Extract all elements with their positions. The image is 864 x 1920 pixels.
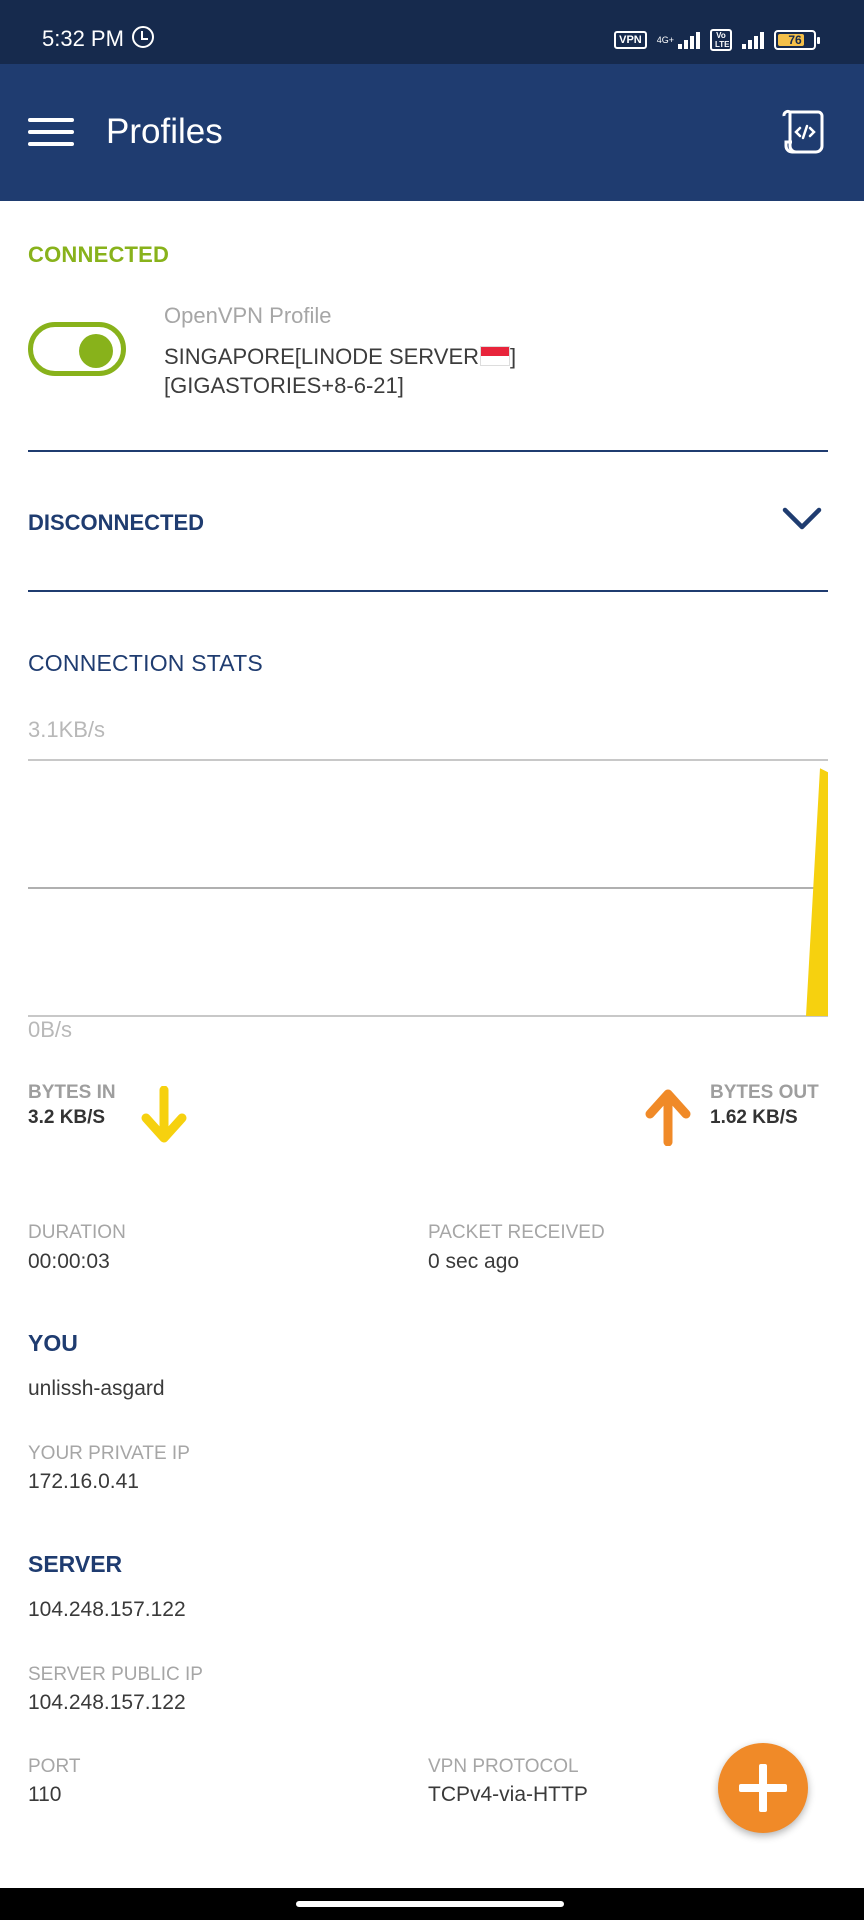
divider [28, 590, 828, 592]
alarm-icon [132, 26, 154, 48]
bytes-out-value: 1.62 KB/S [710, 1107, 798, 1128]
disconnected-label: DISCONNECTED [28, 510, 205, 535]
status-icons: VPN 4G+ Vo LTE 76 [614, 28, 820, 52]
divider [28, 450, 828, 452]
network-type-label: 4G+ [656, 35, 674, 45]
arrow-up-icon [645, 1089, 691, 1146]
packet-received-label: PACKET RECEIVED [428, 1222, 605, 1243]
chart-area-series [28, 768, 828, 1016]
port-value: 110 [28, 1783, 62, 1806]
bytes-in-value: 3.2 KB/S [28, 1107, 106, 1128]
plus-icon-vertical [759, 1764, 767, 1812]
battery-level: 76 [788, 33, 802, 47]
home-indicator[interactable] [296, 1901, 564, 1907]
server-value: 104.248.157.122 [28, 1598, 186, 1621]
server-public-ip-label: SERVER PUBLIC IP [28, 1664, 203, 1685]
status-bar: 5:32 PM VPN 4G+ Vo LTE 76 [0, 0, 864, 64]
volte-badge-icon: Vo LTE [710, 29, 732, 51]
battery-icon: 76 [774, 30, 820, 50]
you-value: unlissh-asgard [28, 1377, 165, 1400]
server-label: SERVER [28, 1551, 123, 1577]
private-ip-value: 172.16.0.41 [28, 1470, 139, 1493]
chart-max-label: 3.1KB/s [28, 717, 106, 742]
private-ip-label: YOUR PRIVATE IP [28, 1443, 190, 1464]
duration-label: DURATION [28, 1222, 126, 1243]
packet-received-value: 0 sec ago [428, 1250, 520, 1273]
signal-strength-icon-2 [742, 31, 764, 49]
connection-stats-label: CONNECTION STATS [28, 650, 263, 676]
profile-type: OpenVPN Profile [164, 303, 332, 328]
profile-name-line2: [GIGASTORIES+8-6-21] [164, 373, 404, 398]
chevron-down-icon[interactable] [782, 506, 822, 532]
page-title: Profiles [106, 112, 223, 151]
bytes-in-label: BYTES IN [28, 1082, 116, 1103]
system-navigation-bar [0, 1888, 864, 1920]
hamburger-menu-icon[interactable] [28, 116, 74, 148]
app-bar: Profiles [0, 64, 864, 201]
vpn-connection-toggle[interactable] [28, 322, 126, 376]
profile-name-line1: SINGAPORE[LINODE SERVER [164, 344, 480, 369]
traffic-chart: 3.1KB/s 0B/s [28, 712, 828, 1042]
signal-strength-icon [678, 31, 700, 49]
status-time: 5:32 PM [42, 26, 124, 51]
vpn-protocol-label: VPN PROTOCOL [428, 1756, 579, 1777]
vpn-protocol-value: TCPv4-via-HTTP [428, 1783, 588, 1806]
connected-label: CONNECTED [28, 242, 170, 267]
disconnected-section-header[interactable]: DISCONNECTED [28, 492, 828, 552]
duration-value: 00:00:03 [28, 1250, 110, 1273]
profile-name[interactable]: SINGAPORE[LINODE SERVER] [GIGASTORIES+8-… [164, 342, 684, 400]
arrow-down-icon [141, 1086, 187, 1143]
bytes-out-label: BYTES OUT [710, 1082, 819, 1103]
singapore-flag-icon [480, 346, 511, 366]
server-public-ip-value: 104.248.157.122 [28, 1691, 186, 1714]
you-label: YOU [28, 1330, 78, 1356]
log-file-icon[interactable] [780, 108, 828, 156]
vpn-badge-icon: VPN [614, 31, 647, 49]
port-label: PORT [28, 1756, 81, 1777]
add-profile-button[interactable] [718, 1743, 808, 1833]
traffic-chart-svg [28, 759, 828, 1017]
toggle-knob [79, 334, 113, 368]
